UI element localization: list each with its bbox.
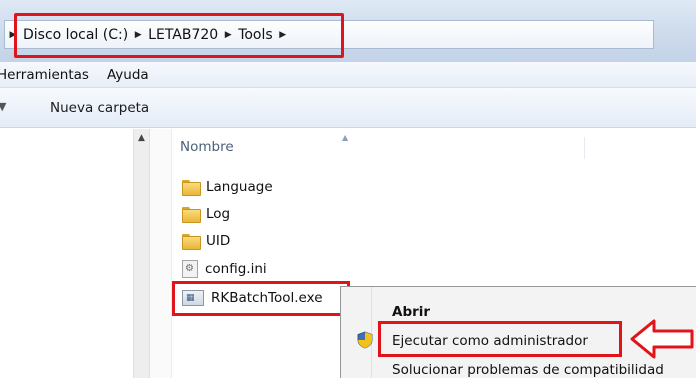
address-highlight-box [14,13,344,58]
command-toolbar: ▼ Nueva carpeta [0,88,696,128]
pane-splitter[interactable] [150,129,172,378]
menu-ayuda[interactable]: Ayuda [98,67,158,83]
menu-bar: Herramientas Ayuda [0,62,696,88]
chevron-down-icon[interactable]: ▼ [0,100,6,113]
file-name: Language [206,179,273,195]
folder-icon [182,180,201,196]
sort-ascending-icon: ▲ [342,133,349,142]
file-name: UID [206,233,231,249]
scroll-up-arrow-icon[interactable]: ▲ [134,133,149,143]
settings-file-icon: ⚙ [182,260,198,278]
column-divider[interactable] [584,137,585,159]
left-arrow-callout [630,319,694,359]
navigation-scrollbar[interactable]: ▲ [133,129,150,378]
column-header-name[interactable]: Nombre [180,139,234,155]
file-name: Log [206,206,231,222]
list-item[interactable]: ⚙ config.ini [182,258,267,280]
uac-shield-icon [357,331,373,349]
list-item[interactable]: UID [182,230,230,252]
navigation-pane [0,129,133,378]
file-name: config.ini [205,261,267,277]
list-item[interactable]: Language [182,176,273,198]
menu-herramientas[interactable]: Herramientas [0,67,98,83]
context-item-abrir[interactable]: Abrir [392,304,430,320]
folder-icon [182,207,201,223]
list-item[interactable]: Log [182,203,230,225]
run-as-admin-highlight-box [378,321,622,357]
executable-highlight-box [172,281,350,316]
new-folder-button[interactable]: Nueva carpeta [50,100,149,116]
address-bar-area: ▶ Disco local (C:) ▶ LETAB720 ▶ Tools ▶ [0,0,696,62]
context-item-compatibility[interactable]: Solucionar problemas de compatibilidad [392,362,664,378]
folder-icon [182,234,201,250]
